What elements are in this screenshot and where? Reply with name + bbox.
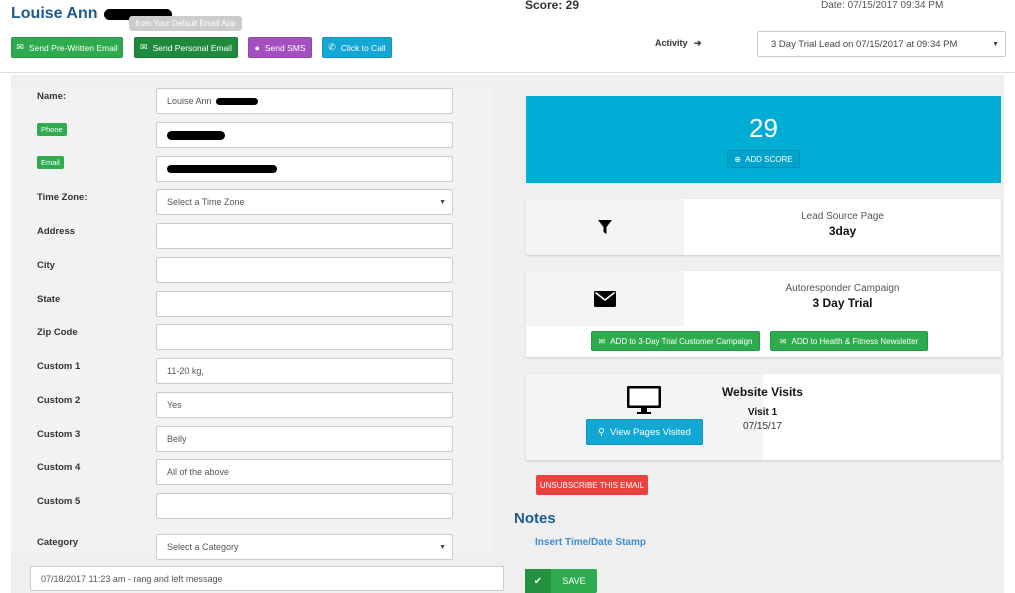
- lead-date: Date: 07/15/2017 09:34 PM: [821, 0, 944, 11]
- header-divider: [0, 72, 1015, 73]
- custom-3-value: Belly: [167, 434, 187, 444]
- custom-2-value: Yes: [167, 400, 182, 410]
- custom-4-value: All of the above: [167, 467, 230, 477]
- send-personal-email-button[interactable]: ✉ Send Personal Email: [134, 37, 238, 58]
- time-zone-select[interactable]: Select a Time Zone ▼: [156, 189, 453, 215]
- address-label: Address: [37, 226, 76, 237]
- envelope-icon: ✉: [598, 336, 606, 346]
- custom-4-input[interactable]: All of the above: [156, 459, 453, 485]
- city-label: City: [37, 260, 55, 271]
- button-label: ADD to Health & Fitness Newsletter: [791, 336, 919, 346]
- name-label: Name:: [37, 91, 67, 102]
- arrow-right-icon: ➔: [694, 38, 702, 48]
- name-input[interactable]: Louise Ann: [156, 88, 453, 114]
- custom-1-value: 11-20 kg,: [167, 366, 204, 376]
- button-label: Click to Call: [340, 42, 386, 53]
- zip-code-input[interactable]: [156, 324, 453, 350]
- envelope-icon: ✉: [16, 42, 24, 52]
- autoresponder-value: 3 Day Trial: [812, 296, 873, 310]
- lead-name-text: Louise Ann: [11, 5, 98, 22]
- custom-4-label: Custom 4: [37, 462, 81, 473]
- custom-5-label: Custom 5: [37, 496, 81, 507]
- email-input[interactable]: [156, 156, 453, 182]
- autoresponder-title: Autoresponder Campaign: [785, 283, 900, 294]
- check-icon: ✔: [525, 569, 551, 593]
- state-label: State: [37, 294, 61, 305]
- button-label: UNSUBSCRIBE THIS EMAIL: [539, 480, 645, 490]
- button-label: View Pages Visited: [609, 426, 691, 438]
- time-zone-label: Time Zone:: [37, 192, 88, 203]
- plus-circle-icon: ⊕: [734, 154, 742, 164]
- chevron-down-icon: ▼: [992, 40, 999, 48]
- click-to-call-button[interactable]: ✆ Click to Call: [322, 37, 392, 58]
- unsubscribe-button[interactable]: UNSUBSCRIBE THIS EMAIL: [536, 475, 648, 495]
- add-to-3-day-trial-campaign-button[interactable]: ✉ ADD to 3-Day Trial Customer Campaign: [591, 331, 760, 351]
- custom-1-label: Custom 1: [37, 361, 81, 372]
- state-input[interactable]: [156, 291, 453, 317]
- activity-link[interactable]: Activity ➔: [655, 38, 702, 49]
- redacted-surname: [215, 97, 258, 105]
- zip-code-label: Zip Code: [37, 327, 78, 338]
- add-score-button[interactable]: ⊕ ADD SCORE: [727, 150, 800, 168]
- activity-select[interactable]: 3 Day Trial Lead on 07/15/2017 at 09:34 …: [757, 31, 1006, 57]
- time-zone-value: Select a Time Zone: [167, 197, 245, 207]
- email-app-tooltip: from Your Default Email App: [129, 16, 242, 31]
- category-select[interactable]: Select a Category ▼: [156, 534, 453, 560]
- envelope-icon: ✉: [779, 336, 787, 346]
- name-value: Louise Ann: [167, 96, 212, 106]
- category-value: Select a Category: [167, 542, 239, 552]
- view-pages-visited-button[interactable]: ⚲ View Pages Visited: [586, 419, 703, 445]
- lead-source-title: Lead Source Page: [801, 211, 884, 222]
- insert-time-stamp-link[interactable]: Insert Time/Date Stamp: [535, 537, 646, 548]
- custom-2-input[interactable]: Yes: [156, 392, 453, 418]
- add-to-newsletter-button[interactable]: ✉ ADD to Health & Fitness Newsletter: [770, 331, 928, 351]
- chat-icon: ●: [254, 42, 260, 53]
- custom-5-input[interactable]: [156, 493, 453, 519]
- button-label: ADD SCORE: [745, 154, 793, 164]
- score-value: 29: [749, 113, 778, 143]
- custom-1-input[interactable]: 11-20 kg,: [156, 358, 453, 384]
- address-input[interactable]: [156, 223, 453, 249]
- activity-selected-value: 3 Day Trial Lead on 07/15/2017 at 09:34 …: [771, 38, 958, 50]
- phone-input[interactable]: [156, 122, 453, 148]
- custom-3-label: Custom 3: [37, 429, 81, 440]
- custom-2-label: Custom 2: [37, 395, 81, 406]
- score-text: Score: 29: [525, 0, 580, 12]
- search-icon: ⚲: [598, 426, 605, 438]
- notes-title: Notes: [514, 510, 556, 527]
- redacted-phone: [167, 130, 225, 140]
- save-button[interactable]: ✔ SAVE: [525, 569, 597, 593]
- city-input[interactable]: [156, 257, 453, 283]
- note-value: 07/18/2017 11:23 am - rang and left mess…: [41, 573, 223, 584]
- send-pre-written-email-button[interactable]: ✉ Send Pre-Written Email: [11, 37, 123, 58]
- website-visits-card: Website Visits Visit 1 07/15/17: [526, 374, 1001, 460]
- score-card: 29 ⊕ ADD SCORE: [526, 96, 1001, 183]
- visit-label: Visit 1: [747, 407, 778, 418]
- button-label: Send Pre-Written Email: [28, 42, 118, 53]
- lead-source-value: 3day: [828, 224, 857, 238]
- button-label: Send SMS: [264, 42, 306, 53]
- phone-icon: ✆: [328, 42, 336, 52]
- redacted-email: [167, 165, 277, 173]
- button-label: Send Personal Email: [152, 42, 232, 53]
- chevron-down-icon: ▼: [439, 198, 446, 206]
- note-input[interactable]: 07/18/2017 11:23 am - rang and left mess…: [30, 566, 504, 591]
- button-label: ADD to 3-Day Trial Customer Campaign: [610, 336, 753, 346]
- activity-label: Activity: [655, 38, 688, 48]
- category-label: Category: [37, 537, 79, 548]
- email-badge: Email: [37, 156, 64, 169]
- phone-badge: Phone: [37, 123, 67, 136]
- lead-source-card: Lead Source Page 3day: [526, 199, 1001, 255]
- envelope-icon: ✉: [140, 42, 148, 52]
- website-visits-title: Website Visits: [722, 385, 803, 399]
- button-label: SAVE: [562, 576, 586, 586]
- send-sms-button[interactable]: ● Send SMS: [248, 37, 312, 58]
- chevron-down-icon: ▼: [439, 543, 446, 551]
- custom-3-input[interactable]: Belly: [156, 426, 453, 452]
